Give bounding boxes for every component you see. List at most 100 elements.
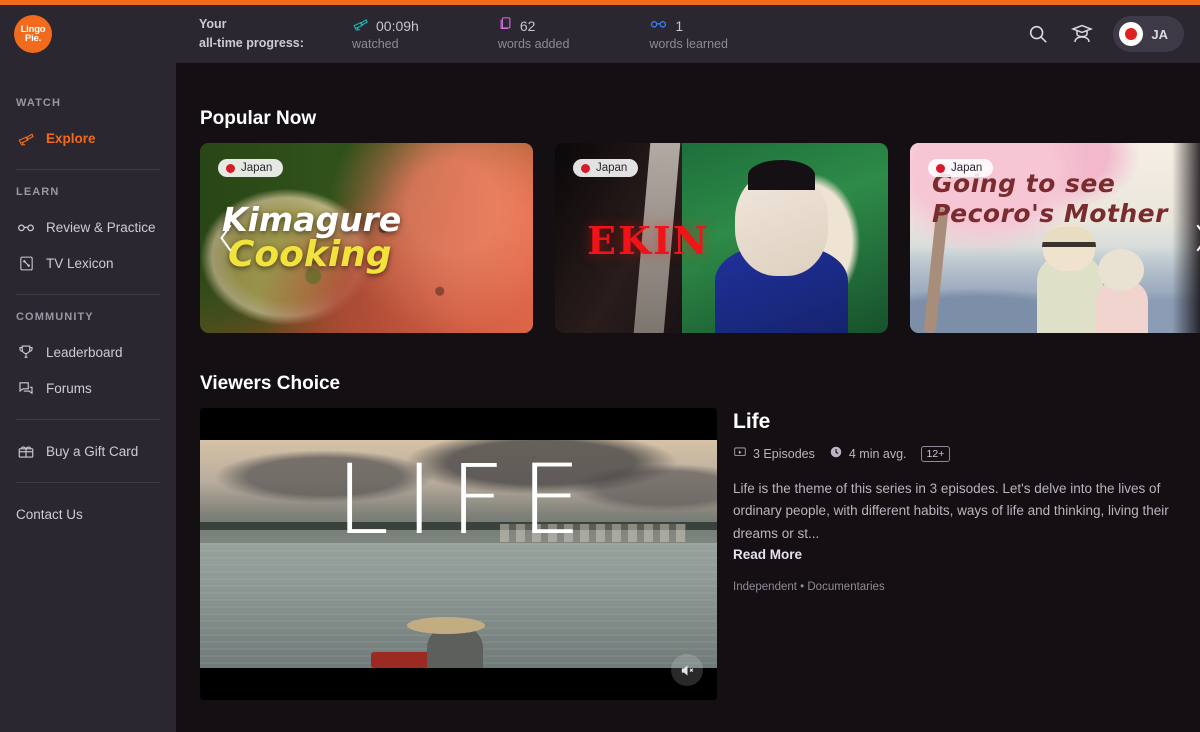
sidebar-item-label: TV Lexicon xyxy=(46,255,114,271)
video-overlay-title: LIFE xyxy=(335,444,598,556)
sidebar-item-contact-us[interactable]: Contact Us xyxy=(16,499,160,529)
country-badge: Japan xyxy=(218,159,284,177)
main-content: Popular Now Japan Kimagure Cooking Japan… xyxy=(176,63,1200,732)
duration-label: 4 min avg. xyxy=(848,446,907,461)
header-actions: JA xyxy=(1025,16,1184,52)
country-badge-label: Japan xyxy=(241,162,273,174)
stat-value: 1 xyxy=(675,17,684,34)
japan-flag-dot xyxy=(226,163,235,173)
country-badge-label: Japan xyxy=(951,162,983,174)
country-badge: Japan xyxy=(573,159,639,177)
sidebar-heading-watch: WATCH xyxy=(16,97,62,109)
brand-logo[interactable]: Lingo Pie. xyxy=(0,5,176,53)
sidebar-divider-2 xyxy=(16,294,160,295)
carousel-track: Japan Kimagure Cooking Japan EKIN Japan … xyxy=(200,143,1200,333)
sidebar-item-label: Explore xyxy=(46,130,96,146)
logo-line2: Pie. xyxy=(24,33,42,44)
telescope-icon xyxy=(16,128,36,148)
viewers-choice-row: LIFE Life 3 Episodes 4 min avg. 12+ Life… xyxy=(200,408,1200,700)
language-selector[interactable]: JA xyxy=(1113,16,1184,52)
lexicon-book-icon xyxy=(16,253,36,273)
duration-meta: 4 min avg. xyxy=(829,445,907,462)
sidebar-nav: WATCH Explore LEARN Review & Practice TV… xyxy=(0,97,176,529)
cards-icon xyxy=(498,16,513,36)
graduate-icon[interactable] xyxy=(1069,21,1095,47)
trophy-icon xyxy=(16,342,36,362)
letterbox-bottom xyxy=(200,668,717,700)
card-title-line2: Pecoro's Mother xyxy=(932,198,1168,228)
stat-words-added: 62 words added xyxy=(497,16,570,51)
stat-label: watched xyxy=(352,37,399,51)
sidebar-heading-community: COMMUNITY xyxy=(16,311,94,323)
sidebar-item-leaderboard[interactable]: Leaderboard xyxy=(16,337,160,367)
chevron-right-icon[interactable] xyxy=(1184,214,1200,262)
stat-value: 00:09h xyxy=(376,17,419,34)
stat-words-learned: 1 words learned xyxy=(649,14,728,52)
sidebar-item-label: Forums xyxy=(46,380,92,396)
show-title: Life xyxy=(733,410,771,433)
sidebar-item-forums[interactable]: Forums xyxy=(16,373,160,403)
sidebar-item-label: Leaderboard xyxy=(46,344,123,360)
stat-watched: 00:09h watched xyxy=(352,15,419,52)
japan-flag-icon xyxy=(1119,22,1144,46)
country-badge-label: Japan xyxy=(596,162,628,174)
card-title: EKIN xyxy=(587,218,710,263)
show-genres: Independent • Documentaries xyxy=(733,580,885,593)
stat-label: words learned xyxy=(649,37,728,51)
sidebar-item-gift-card[interactable]: Buy a Gift Card xyxy=(16,436,160,466)
popular-carousel: Japan Kimagure Cooking Japan EKIN Japan … xyxy=(200,143,1200,333)
country-badge: Japan xyxy=(928,159,994,177)
age-rating-badge: 12+ xyxy=(920,445,951,462)
sidebar-item-label: Buy a Gift Card xyxy=(46,443,139,459)
progress-label: Your all-time progress: xyxy=(199,15,315,54)
popular-card-ekin[interactable]: Japan EKIN xyxy=(555,143,888,333)
sidebar-item-label: Contact Us xyxy=(16,506,83,522)
popular-card-pecoro[interactable]: Japan Going to see Pecoro's Mother xyxy=(910,143,1200,333)
progress-label-line2: all-time progress: xyxy=(199,36,304,50)
japan-flag-dot xyxy=(936,163,945,173)
section-title-popular: Popular Now xyxy=(200,108,317,129)
glasses-icon xyxy=(16,217,36,237)
section-title-viewers-choice: Viewers Choice xyxy=(200,373,341,394)
card-title-line2: Cooking xyxy=(228,233,392,275)
clock-icon xyxy=(829,445,843,462)
language-code: JA xyxy=(1151,26,1168,42)
episodes-label: 3 Episodes xyxy=(753,446,815,461)
popular-card-kimagure[interactable]: Japan Kimagure Cooking xyxy=(200,143,533,333)
search-icon[interactable] xyxy=(1025,21,1051,47)
viewers-choice-info: Life 3 Episodes 4 min avg. 12+ Life is t… xyxy=(733,408,1193,700)
card-title-line1: Kimagure xyxy=(222,200,402,239)
sidebar-item-tv-lexicon[interactable]: TV Lexicon xyxy=(16,248,160,278)
logo-circle: Lingo Pie. xyxy=(14,15,52,53)
sidebar-item-review-practice[interactable]: Review & Practice xyxy=(16,212,160,242)
telescope-icon xyxy=(352,15,369,37)
progress-label-line1: Your xyxy=(199,16,227,31)
stat-value: 62 xyxy=(519,17,536,34)
japan-flag-dot xyxy=(581,163,590,173)
glasses-icon xyxy=(649,14,668,38)
top-header: Your all-time progress: 00:09h watched 6… xyxy=(176,5,1200,63)
gift-icon xyxy=(16,441,36,461)
top-accent-strip xyxy=(0,0,1200,5)
sidebar-divider-1 xyxy=(16,169,160,170)
sidebar: Lingo Pie. WATCH Explore LEARN Review & … xyxy=(0,5,176,732)
read-more-link[interactable]: Read More xyxy=(733,547,1193,562)
episodes-meta: 3 Episodes xyxy=(733,445,815,462)
sidebar-divider-3 xyxy=(16,419,160,420)
card-title: Kimagure Cooking xyxy=(222,203,401,273)
card-title: Going to see Pecoro's Mother xyxy=(932,169,1168,228)
letterbox-top xyxy=(200,408,717,440)
stat-label: words added xyxy=(497,37,570,51)
sidebar-heading-learn: LEARN xyxy=(16,186,60,198)
sidebar-divider-4 xyxy=(16,482,160,483)
show-meta: 3 Episodes 4 min avg. 12+ xyxy=(733,445,1193,462)
mute-icon[interactable] xyxy=(671,654,703,686)
show-description: Life is the theme of this series in 3 ep… xyxy=(733,481,1169,541)
sidebar-item-label: Review & Practice xyxy=(46,219,156,235)
chevron-left-icon[interactable] xyxy=(210,214,244,262)
video-player[interactable]: LIFE xyxy=(200,408,717,700)
sidebar-item-explore[interactable]: Explore xyxy=(16,123,160,153)
app-root: Lingo Pie. WATCH Explore LEARN Review & … xyxy=(0,0,1200,732)
episodes-icon xyxy=(733,445,747,462)
chat-icon xyxy=(16,378,36,398)
